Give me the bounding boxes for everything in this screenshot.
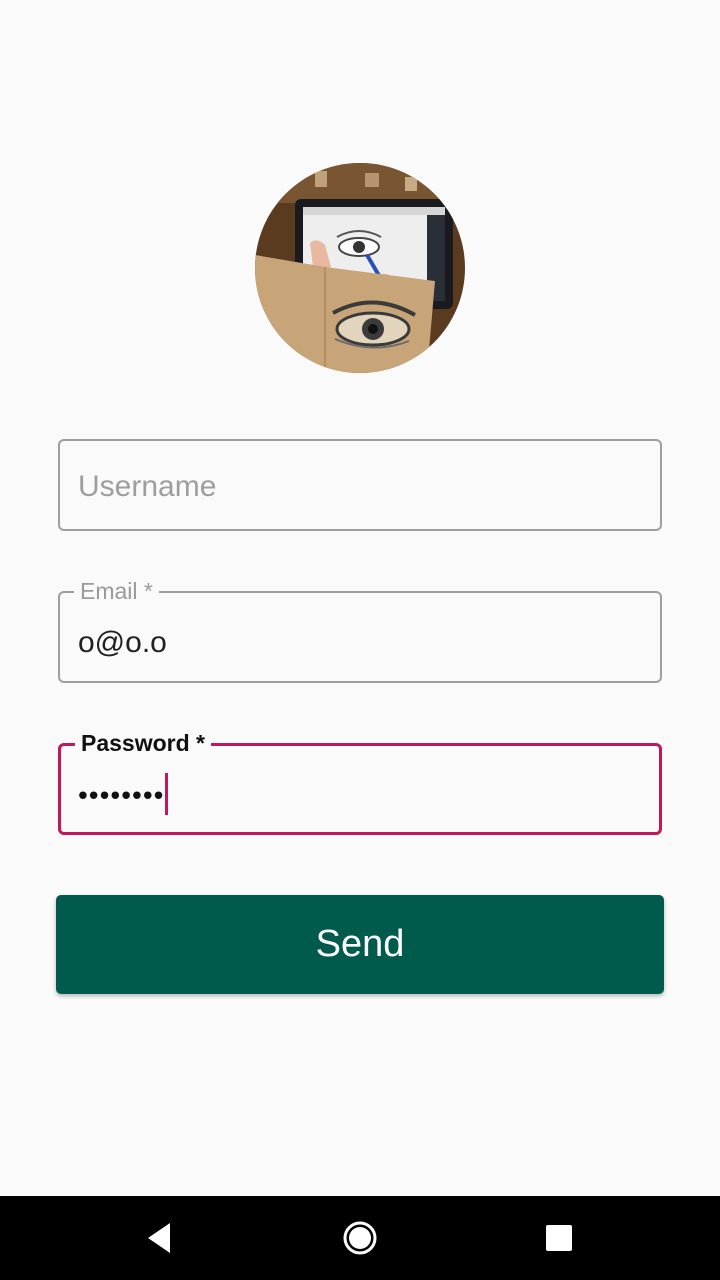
username-placeholder: Username	[78, 470, 217, 503]
password-field[interactable]: Password * ••••••••	[58, 728, 662, 835]
avatar-photo	[255, 163, 465, 373]
login-screen: Username Email * o@o.o Password * ••••••…	[0, 0, 720, 1280]
password-value-wrapper: ••••••••	[78, 773, 169, 818]
send-button[interactable]: Send	[56, 895, 664, 994]
email-label: Email *	[74, 576, 159, 606]
text-cursor	[165, 773, 169, 815]
back-triangle-icon	[148, 1223, 170, 1253]
system-navigation-bar	[0, 1196, 720, 1280]
email-value: o@o.o	[78, 626, 167, 659]
password-label: Password *	[75, 728, 211, 758]
email-field[interactable]: Email * o@o.o	[58, 576, 662, 683]
avatar[interactable]	[255, 163, 465, 373]
password-value: ••••••••	[78, 779, 165, 811]
home-button[interactable]	[315, 1196, 405, 1280]
home-circle-icon	[343, 1221, 377, 1255]
recents-square-icon	[546, 1225, 572, 1251]
username-field[interactable]: Username	[58, 439, 662, 531]
back-button[interactable]	[114, 1196, 204, 1280]
recents-button[interactable]	[514, 1196, 604, 1280]
